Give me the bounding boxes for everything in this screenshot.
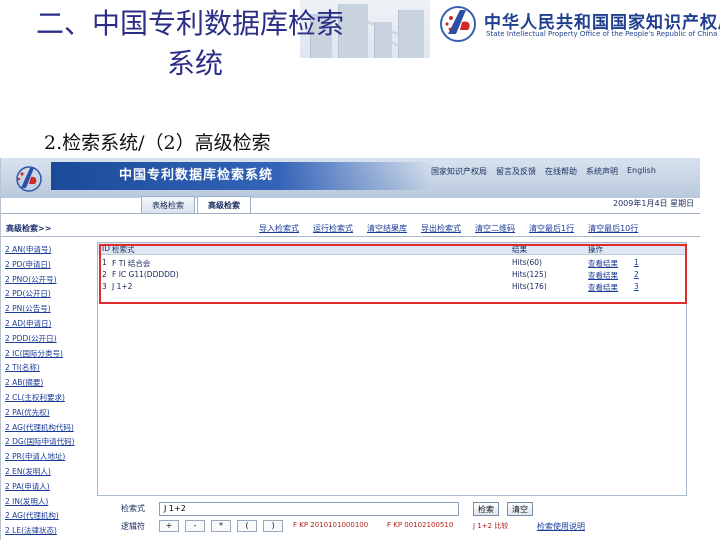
operator-rparen-button[interactable]: ) (263, 520, 283, 532)
operator-plus-button[interactable]: + (159, 520, 179, 532)
current-date: 2009年1月4日 星期日 (613, 199, 695, 208)
sipo-emblem-icon (440, 6, 476, 42)
example-query-2: F KP 00102100510 (387, 521, 454, 529)
field-item[interactable]: 2 AB(摘要) (5, 377, 93, 392)
import-query-link[interactable]: 导入检索式 (259, 223, 299, 234)
clear-last-10-link[interactable]: 清空最后10行 (588, 223, 638, 234)
tab-table-search[interactable]: 表格检索 (141, 196, 195, 214)
query-form: 检索式 J 1+2 检索 清空 逻辑符 + - * ( ) F KP 20101… (97, 500, 687, 540)
logo-name-en: State Intellectual Property Office of th… (486, 30, 718, 38)
field-list: 2 AN(申请号) 2 PD(申请日) 2 PNO(公开号) 2 PD(公开日)… (5, 244, 93, 540)
run-query-link[interactable]: 运行检索式 (313, 223, 353, 234)
top-link-sipo[interactable]: 国家知识产权局 (431, 166, 487, 177)
operators-label: 逻辑符 (121, 522, 145, 531)
search-system-screenshot: 中国专利数据库检索系统 国家知识产权局 留言及反馈 在线帮助 系统声明 Engl… (0, 158, 700, 540)
slide-title: 二、中国专利数据库检索 系统 (10, 4, 370, 84)
field-item[interactable]: 2 AD(申请日) (5, 318, 93, 333)
top-link-english[interactable]: English (627, 166, 656, 177)
toolbar-links: 导入检索式 运行检索式 清空结果库 导出检索式 清空二维码 清空最后1行 清空最… (259, 223, 638, 234)
operator-and-button[interactable]: * (211, 520, 231, 532)
operator-minus-button[interactable]: - (185, 520, 205, 532)
field-item[interactable]: 2 EN(发明人) (5, 466, 93, 481)
field-item[interactable]: 2 PA(优先权) (5, 407, 93, 422)
field-item[interactable]: 2 IC(国际分类号) (5, 348, 93, 363)
field-item[interactable]: 2 DG(国际申请代码) (5, 436, 93, 451)
slide-title-line2: 系统 (166, 47, 223, 80)
operator-buttons: + - * ( ) (159, 520, 283, 532)
example-query-3: J 1+2 比较 (473, 522, 509, 530)
field-item[interactable]: 2 IN(发明人) (5, 496, 93, 511)
field-item[interactable]: 2 LE(法律状态) (5, 525, 93, 540)
field-item[interactable]: 2 PD(公开日) (5, 288, 93, 303)
operator-lparen-button[interactable]: ( (237, 520, 257, 532)
results-highlight-box (99, 244, 687, 304)
search-button[interactable]: 检索 (473, 502, 499, 516)
field-item[interactable]: 2 AN(申请号) (5, 244, 93, 259)
query-input[interactable]: J 1+2 (159, 502, 459, 516)
field-item[interactable]: 2 PN(公告号) (5, 303, 93, 318)
tab-advanced-search[interactable]: 高级检索 (197, 196, 251, 214)
search-tabs: 表格检索 高级检索 (141, 196, 251, 214)
field-item[interactable]: 2 AG(代理机构代码) (5, 422, 93, 437)
clear-results-link[interactable]: 清空结果库 (367, 223, 407, 234)
field-item[interactable]: 2 TI(名称) (5, 362, 93, 377)
clear-last-row-link[interactable]: 清空最后1行 (529, 223, 574, 234)
app-emblem-icon (16, 166, 42, 192)
field-item[interactable]: 2 PR(申请人地址) (5, 451, 93, 466)
top-link-statement[interactable]: 系统声明 (586, 166, 618, 177)
field-item[interactable]: 2 PD(申请日) (5, 259, 93, 274)
app-topbar: 中国专利数据库检索系统 国家知识产权局 留言及反馈 在线帮助 系统声明 Engl… (1, 158, 700, 198)
clear-code-link[interactable]: 清空二维码 (475, 223, 515, 234)
field-item[interactable]: 2 PNO(公开号) (5, 274, 93, 289)
slide-subtitle: 2.检索系统/（2）高级检索 (44, 132, 271, 154)
advanced-toolbar: 高级检索>> 导入检索式 运行检索式 清空结果库 导出检索式 清空二维码 清空最… (1, 221, 700, 237)
tabs-divider (1, 213, 700, 214)
slide-title-line1: 二、中国专利数据库检索 (35, 7, 344, 40)
top-nav: 国家知识产权局 留言及反馈 在线帮助 系统声明 English (431, 166, 700, 177)
toolbar-title: 高级检索>> (6, 224, 52, 233)
example-query-1: F KP 2010101000100 (293, 521, 369, 529)
app-banner-title: 中国专利数据库检索系统 (119, 168, 274, 183)
field-item[interactable]: 2 PA(申请人) (5, 481, 93, 496)
field-item[interactable]: 2 PDD(公开日) (5, 333, 93, 348)
clear-button[interactable]: 清空 (507, 502, 533, 516)
field-item[interactable]: 2 AG(代理机构) (5, 510, 93, 525)
sipo-logo: 中华人民共和国国家知识产权局 State Intellectual Proper… (438, 4, 720, 44)
field-item[interactable]: 2 CL(主权利要求) (5, 392, 93, 407)
slide-header: 二、中国专利数据库检索 系统 中华人民共和国国家知识产权局 State Inte… (0, 0, 720, 88)
export-query-link[interactable]: 导出检索式 (421, 223, 461, 234)
top-link-help[interactable]: 在线帮助 (545, 166, 577, 177)
top-link-feedback[interactable]: 留言及反馈 (496, 166, 536, 177)
query-label: 检索式 (121, 504, 145, 513)
search-help-link[interactable]: 检索使用说明 (537, 521, 585, 532)
